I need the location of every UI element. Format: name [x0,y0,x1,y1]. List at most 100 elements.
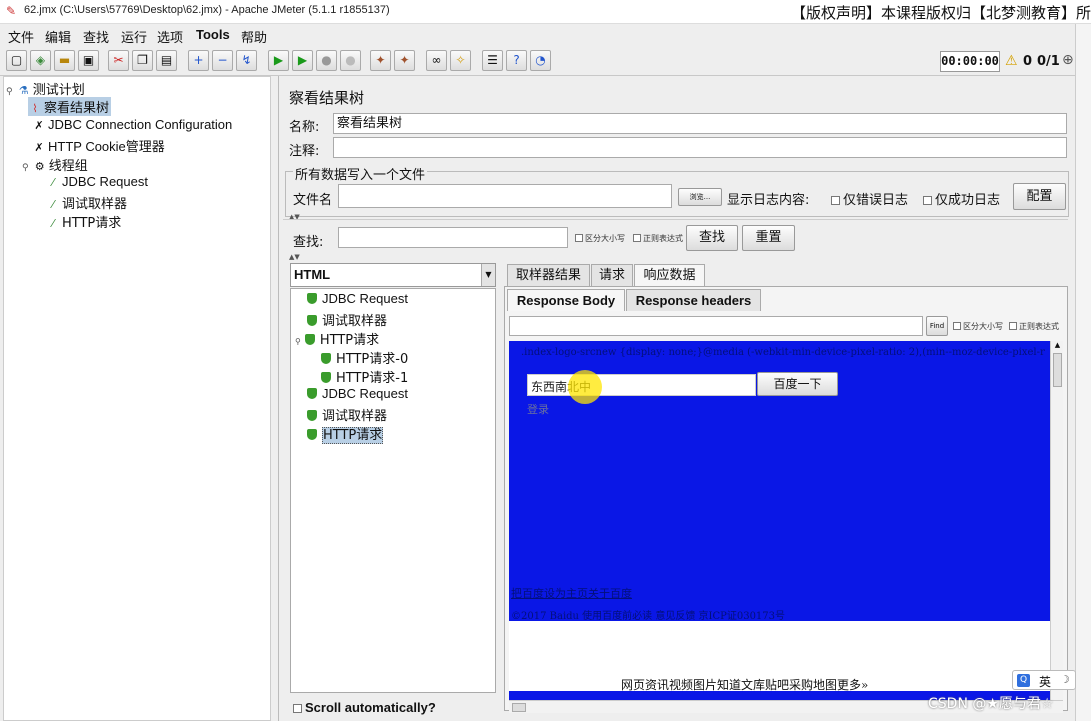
clear-icon[interactable]: ✦ [370,50,391,71]
start-no-pauses-icon[interactable]: ▶ [292,50,313,71]
stop-icon[interactable]: ● [316,50,337,71]
comment-field[interactable] [333,137,1067,158]
tree-item-test-plan[interactable]: ⚲ ⚗ 测试计划 [6,79,85,98]
scroll-automatically-checkbox[interactable]: Scroll automatically? [293,700,436,715]
result-item[interactable]: 调试取样器 [307,405,387,424]
errors-only-checkbox[interactable]: 仅错误日志 [831,189,908,208]
results-list: JDBC Request 调试取样器 ⚲ HTTP请求 HTTP请求-0 HTTP… [290,288,496,693]
search-button[interactable]: 查找 [686,225,738,251]
tree-item-http-request[interactable]: ⁄ HTTP请求 [46,212,121,231]
templates-icon[interactable]: ◈ [30,50,51,71]
toggle-icon[interactable]: ↯ [236,50,257,71]
find-input[interactable] [509,316,923,336]
tree-item-jdbc-config[interactable]: ✗ JDBC Connection Configuration [32,117,232,133]
expand-toggle-icon[interactable]: ⚲ [295,337,301,346]
menu-file[interactable]: 文件 [8,27,34,46]
copy-icon[interactable]: ❐ [132,50,153,71]
tree-item-cookie-manager[interactable]: ✗ HTTP Cookie管理器 [32,136,164,155]
menu-run[interactable]: 运行 [121,27,147,46]
homepage-link[interactable]: 把百度设为主页关于百度 [511,585,632,601]
tab-response-data[interactable]: 响应数据 [634,264,705,286]
paste-icon[interactable]: ▤ [156,50,177,71]
ime-language[interactable]: 英 [1039,673,1051,690]
new-icon[interactable]: ▢ [6,50,27,71]
tree-item-jdbc-request[interactable]: ⁄ JDBC Request [46,174,148,190]
comment-label: 注释: [289,144,320,159]
result-item-selected[interactable]: HTTP请求 [307,424,384,444]
save-icon[interactable]: ▣ [78,50,99,71]
vertical-scrollbar[interactable]: ▲ [1050,341,1063,700]
success-shield-icon [321,353,331,364]
renderer-select[interactable]: HTML ▼ [290,263,496,287]
menu-bar: 文件 编辑 查找 运行 选项 Tools 帮助 [0,24,1075,46]
name-field[interactable]: 察看结果树 [333,113,1067,134]
result-item[interactable]: 调试取样器 [307,310,387,329]
tab-request[interactable]: 请求 [591,264,633,286]
search-input[interactable] [338,227,568,248]
tree-item-debug-sampler[interactable]: ⁄ 调试取样器 [46,193,127,212]
tab-response-body[interactable]: Response Body [507,289,625,311]
jmeter-feather-icon: ✎ [6,4,17,18]
shutdown-icon[interactable]: ● [340,50,361,71]
title-bar: ✎ 62.jmx (C:\Users\57769\Desktop\62.jmx)… [0,0,1091,24]
result-item[interactable]: HTTP请求-0 [321,348,408,367]
baidu-search-input[interactable]: 东西南北中 [527,370,756,404]
remote-icon[interactable]: ⊕ [1062,52,1074,68]
search-label: 查找: [293,235,324,250]
browse-button[interactable]: 浏览... [678,188,722,206]
configure-button[interactable]: 配置 [1013,183,1066,210]
find-button[interactable]: Find [926,316,948,336]
tab-sampler-result[interactable]: 取样器结果 [507,264,590,286]
login-link[interactable]: 登录 [527,401,549,417]
splitter-arrows-icon[interactable]: ▲▼ [289,253,300,261]
result-item[interactable]: JDBC Request [307,386,408,402]
regex-checkbox[interactable]: 正则表达式 [633,233,683,244]
name-label: 名称: [289,120,320,135]
result-item[interactable]: JDBC Request [307,291,408,307]
expand-toggle-icon[interactable]: ⚲ [22,163,29,173]
find-regex-checkbox[interactable]: 正则表达式 [1009,321,1059,332]
chevron-down-icon[interactable]: ▼ [481,264,495,286]
open-folder-icon[interactable]: ▬ [54,50,75,71]
find-case-checkbox[interactable]: 区分大小写 [953,321,1003,332]
scroll-thumb[interactable] [512,703,526,712]
menu-edit[interactable]: 编辑 [45,27,71,46]
tree-item-thread-group[interactable]: ⚲ ⚙ 线程组 [22,155,88,174]
result-item[interactable]: HTTP请求-1 [321,367,408,386]
background-window-edge [1075,24,1091,721]
case-sensitive-checkbox[interactable]: 区分大小写 [575,233,625,244]
scroll-up-icon[interactable]: ▲ [1052,341,1063,351]
scroll-thumb[interactable] [1053,353,1062,387]
expand-icon[interactable]: + [188,50,209,71]
test-plan-tree: ⚲ ⚗ 测试计划 ⌇ 察看结果树 ✗ JDBC Connection Configur… [3,76,271,721]
log-viewer-icon[interactable]: ◔ [530,50,551,71]
log-display-label: 显示日志内容: [727,193,810,208]
collapse-icon[interactable]: − [212,50,233,71]
success-only-checkbox[interactable]: 仅成功日志 [923,189,1000,208]
baidu-search-button[interactable]: 百度一下 [757,372,838,396]
start-icon[interactable]: ▶ [268,50,289,71]
binoculars-icon[interactable]: ∞ [426,50,447,71]
success-shield-icon [307,315,317,326]
result-item[interactable]: ⚲ HTTP请求 [295,329,379,348]
expand-toggle-icon[interactable]: ⚲ [6,87,13,97]
filename-field[interactable] [338,184,672,208]
reset-button[interactable]: 重置 [742,225,795,251]
warning-count: 0 [1023,54,1033,69]
menu-options[interactable]: 选项 [157,27,183,46]
help-icon[interactable]: ? [506,50,527,71]
tree-item-view-results-tree[interactable]: ⌇ 察看结果树 [28,97,112,116]
ime-bar[interactable]: Q 英 ☽ [1012,670,1076,690]
function-helper-icon[interactable]: ☰ [482,50,503,71]
csdn-watermark: CSDN @★愿与君☆ [928,696,1054,712]
reset-search-icon[interactable]: ✧ [450,50,471,71]
menu-search[interactable]: 查找 [83,27,109,46]
warning-icon[interactable]: ⚠ [1005,53,1018,69]
menu-tools[interactable]: Tools [196,27,230,42]
tab-response-headers[interactable]: Response headers [626,289,761,311]
success-shield-icon [307,388,317,399]
menu-help[interactable]: 帮助 [241,27,267,46]
clear-all-icon[interactable]: ✦ [394,50,415,71]
moon-icon[interactable]: ☽ [1060,673,1070,686]
cut-icon[interactable]: ✂ [108,50,129,71]
